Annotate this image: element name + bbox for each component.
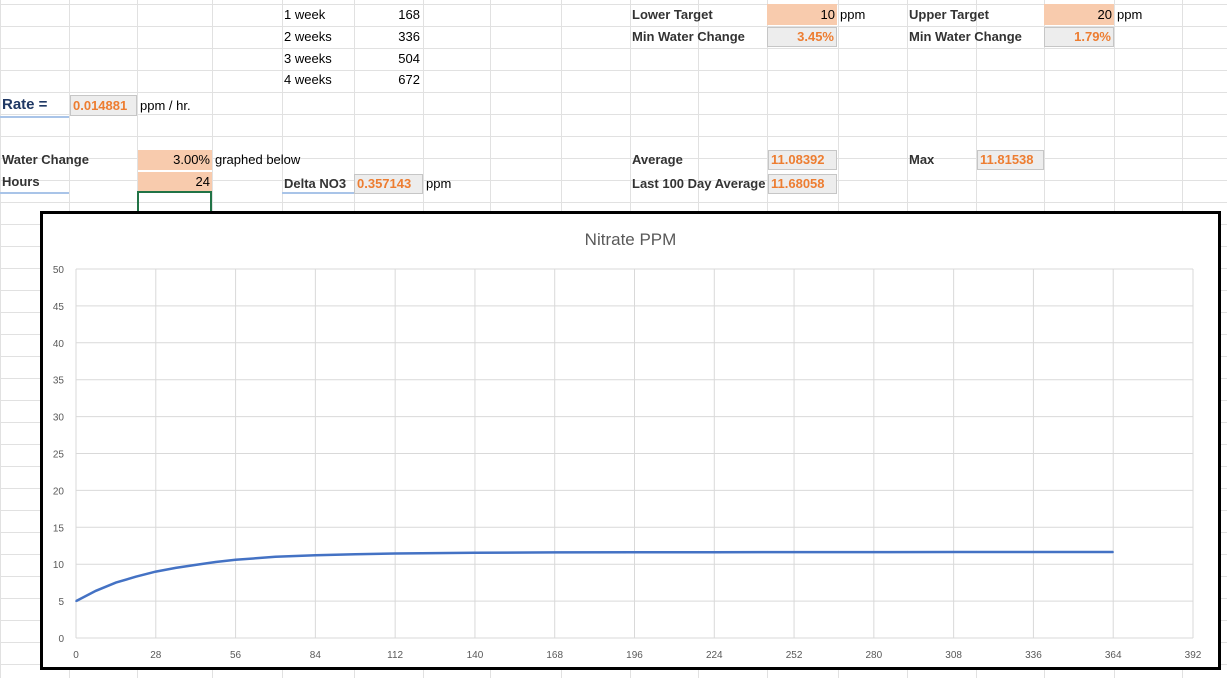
- week-hours-3: 504: [398, 51, 420, 66]
- y-tick-label: 40: [53, 339, 65, 350]
- x-tick-label: 28: [150, 650, 162, 661]
- x-tick-label: 0: [73, 650, 79, 661]
- graphed-below-note: graphed below: [215, 152, 301, 167]
- week-label-4: 4 weeks: [284, 72, 332, 87]
- water-change-label: Water Change: [2, 152, 89, 167]
- data-point: [154, 570, 157, 573]
- average-value[interactable]: 11.08392: [768, 150, 837, 170]
- x-tick-label: 112: [387, 650, 403, 661]
- rate-value[interactable]: 0.014881: [70, 95, 137, 116]
- x-tick-label: 252: [786, 650, 803, 661]
- x-tick-label: 196: [626, 650, 643, 661]
- y-tick-label: 25: [53, 450, 65, 461]
- data-point: [174, 567, 177, 569]
- x-tick-label: 308: [945, 650, 962, 661]
- week-label-2: 2 weeks: [284, 29, 332, 44]
- lower-target-input[interactable]: 10: [767, 4, 837, 25]
- hours-label: Hours: [0, 173, 69, 194]
- data-point: [274, 556, 277, 558]
- nitrate-chart[interactable]: Nitrate PPM 0 5 10 15 20 25 30 35 40 45 50 0 28 56 84 1…: [40, 211, 1221, 670]
- lower-target-label: Lower Target: [632, 7, 713, 22]
- week-label-1: 1 week: [284, 7, 326, 22]
- data-point: [553, 551, 556, 554]
- x-tick-label: 84: [310, 650, 322, 661]
- lower-target-unit: ppm: [840, 7, 866, 22]
- data-point: [1032, 551, 1035, 553]
- data-point: [115, 581, 117, 584]
- lower-min-water-change-value[interactable]: 3.45%: [767, 27, 837, 47]
- y-tick-label: 35: [53, 376, 65, 387]
- data-point: [95, 589, 97, 592]
- week-label-3: 3 weeks: [284, 51, 332, 66]
- y-tick-label: 50: [53, 265, 65, 276]
- x-tick-label: 56: [230, 650, 242, 661]
- week-hours-2: 336: [398, 29, 420, 44]
- y-tick-label: 15: [53, 523, 65, 534]
- data-point: [952, 551, 955, 553]
- rate-unit: ppm / hr.: [140, 98, 191, 113]
- upper-min-water-change-value[interactable]: 1.79%: [1044, 27, 1114, 47]
- y-tick-label: 5: [58, 597, 64, 608]
- upper-target-unit: ppm: [1117, 7, 1143, 22]
- x-tick-label: 364: [1105, 650, 1122, 661]
- data-point: [474, 551, 476, 554]
- data-point: [135, 575, 137, 578]
- max-label: Max: [909, 152, 935, 167]
- data-point: [793, 551, 795, 553]
- hours-input[interactable]: 24: [138, 172, 212, 192]
- data-point: [314, 554, 317, 557]
- last-100-day-average-label: Last 100 Day Average: [632, 176, 766, 191]
- data-point: [354, 553, 357, 556]
- data-point: [194, 564, 197, 566]
- data-point: [1112, 551, 1115, 553]
- rate-label: Rate =: [0, 94, 69, 118]
- x-tick-label: 140: [467, 650, 484, 661]
- nitrate-series-line: [75, 550, 1114, 603]
- y-tick-label: 20: [53, 486, 65, 497]
- data-point: [75, 600, 77, 602]
- y-tick-label: 10: [53, 560, 65, 571]
- upper-target-input[interactable]: 20: [1044, 4, 1114, 25]
- upper-min-water-change-label: Min Water Change: [909, 29, 1022, 44]
- selected-cell[interactable]: [137, 191, 212, 213]
- data-point: [214, 561, 217, 563]
- data-point: [234, 558, 237, 561]
- last-100-day-average-value[interactable]: 11.68058: [768, 174, 837, 194]
- x-tick-label: 336: [1025, 650, 1042, 661]
- water-change-input[interactable]: 3.00%: [138, 150, 212, 170]
- x-tick-label: 224: [706, 650, 723, 661]
- lower-min-water-change-label: Min Water Change: [632, 29, 745, 44]
- upper-target-label: Upper Target: [909, 7, 989, 22]
- y-tick-label: 30: [53, 413, 65, 424]
- average-label: Average: [632, 152, 683, 167]
- chart-plot: 0 5 10 15 20 25 30 35 40 45 50 0 28 56 84 112 140 168 196 2…: [53, 265, 1202, 661]
- data-point: [394, 552, 396, 555]
- week-hours-1: 168: [398, 7, 420, 22]
- data-point: [713, 551, 716, 553]
- x-tick-label: 392: [1185, 650, 1202, 661]
- y-tick-label: 0: [58, 634, 64, 645]
- y-tick-label: 45: [53, 302, 65, 313]
- x-tick-label: 280: [866, 650, 883, 661]
- max-value[interactable]: 11.81538: [977, 150, 1044, 170]
- delta-no3-label: Delta NO3: [282, 175, 354, 194]
- data-point: [873, 551, 875, 553]
- data-point: [633, 551, 636, 554]
- delta-no3-unit: ppm: [426, 176, 452, 191]
- x-tick-label: 168: [546, 650, 563, 661]
- delta-no3-value[interactable]: 0.357143: [354, 174, 423, 194]
- week-hours-4: 672: [398, 72, 420, 87]
